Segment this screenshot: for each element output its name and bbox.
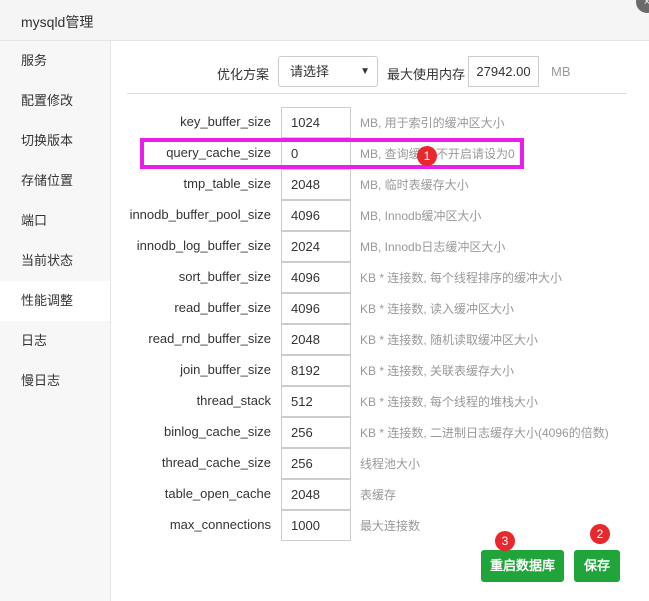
param-label: table_open_cache — [164, 486, 271, 501]
param-input[interactable]: 1000 — [281, 510, 351, 541]
param-label: read_buffer_size — [174, 300, 271, 315]
annotation-badge-3: 3 — [495, 531, 515, 551]
param-label: join_buffer_size — [180, 362, 271, 377]
param-label: read_rnd_buffer_size — [148, 331, 271, 346]
param-row: binlog_cache_size 256 KB * 连接数, 二进制日志缓存大… — [111, 417, 649, 448]
param-desc: KB * 连接数, 二进制日志缓存大小(4096的倍数) — [360, 426, 609, 440]
sidebar-item-config[interactable]: 配置修改 — [0, 81, 110, 121]
param-input[interactable]: 4096 — [281, 200, 351, 231]
param-input[interactable]: 8192 — [281, 355, 351, 386]
param-input[interactable]: 4096 — [281, 262, 351, 293]
param-label: thread_cache_size — [161, 455, 271, 470]
param-label: tmp_table_size — [183, 176, 271, 191]
param-row: key_buffer_size 1024 MB, 用于索引的缓冲区大小 — [111, 107, 649, 138]
param-desc: KB * 连接数, 读入缓冲区大小 — [360, 302, 515, 316]
param-label: key_buffer_size — [180, 114, 271, 129]
param-input[interactable]: 1024 — [281, 107, 351, 138]
max-mem-label: 最大使用内存 — [387, 67, 466, 82]
optimize-select-value: 请选择 — [290, 64, 330, 79]
param-label: binlog_cache_size — [164, 424, 271, 439]
param-desc: KB * 连接数, 关联表缓存大小 — [360, 364, 515, 378]
restart-db-button[interactable]: 重启数据库 — [481, 550, 564, 582]
param-label: innodb_log_buffer_size — [136, 238, 271, 253]
chevron-down-icon: ▼ — [360, 66, 370, 77]
param-input[interactable]: 256 — [281, 448, 351, 479]
optimize-label: 优化方案 — [216, 67, 269, 82]
sidebar: 服务 配置修改 切换版本 存储位置 端口 当前状态 性能调整 日志 慢日志 — [0, 41, 111, 601]
annotation-badge-2: 2 — [590, 524, 610, 544]
param-desc: 线程池大小 — [360, 457, 421, 471]
highlight-box — [140, 138, 524, 169]
param-row: join_buffer_size 8192 KB * 连接数, 关联表缓存大小 — [111, 355, 649, 386]
param-input[interactable]: 2048 — [281, 324, 351, 355]
param-label: sort_buffer_size — [178, 269, 271, 284]
param-row: read_buffer_size 4096 KB * 连接数, 读入缓冲区大小 — [111, 293, 649, 324]
sidebar-item-slow-log[interactable]: 慢日志 — [0, 361, 110, 401]
param-input[interactable]: 2024 — [281, 231, 351, 262]
param-desc: MB, Innodb日志缓冲区大小 — [360, 240, 506, 254]
save-button[interactable]: 保存 — [574, 550, 620, 582]
param-row: tmp_table_size 2048 MB, 临时表缓存大小 — [111, 169, 649, 200]
sidebar-item-port[interactable]: 端口 — [0, 201, 110, 241]
param-row: sort_buffer_size 4096 KB * 连接数, 每个线程排序的缓… — [111, 262, 649, 293]
param-desc: KB * 连接数, 每个线程排序的缓冲大小 — [360, 271, 563, 285]
annotation-badge-1: 1 — [417, 146, 437, 166]
sidebar-item-switch-version[interactable]: 切换版本 — [0, 121, 110, 161]
param-input[interactable]: 512 — [281, 386, 351, 417]
param-row: innodb_log_buffer_size 2024 MB, Innodb日志… — [111, 231, 649, 262]
sidebar-item-performance[interactable]: 性能调整 — [0, 281, 110, 321]
param-desc: KB * 连接数, 每个线程的堆栈大小 — [360, 395, 539, 409]
sidebar-item-log[interactable]: 日志 — [0, 321, 110, 361]
max-mem-field: 27942.00 — [468, 56, 539, 87]
optimize-select[interactable]: 请选择 ▼ — [278, 56, 378, 87]
window-title: mysqld管理 — [21, 14, 94, 30]
sidebar-item-storage[interactable]: 存储位置 — [0, 161, 110, 201]
param-input[interactable]: 2048 — [281, 169, 351, 200]
performance-panel: 优化方案 请选择 ▼ 最大使用内存 27942.00 MB key_buffer… — [111, 41, 649, 601]
divider — [127, 93, 627, 94]
param-row: max_connections 1000 最大连接数 — [111, 510, 649, 541]
param-desc: MB, 临时表缓存大小 — [360, 178, 469, 192]
param-input[interactable]: 4096 — [281, 293, 351, 324]
param-row: table_open_cache 2048 表缓存 — [111, 479, 649, 510]
sidebar-item-status[interactable]: 当前状态 — [0, 241, 110, 281]
param-input[interactable]: 256 — [281, 417, 351, 448]
param-input[interactable]: 2048 — [281, 479, 351, 510]
param-label: max_connections — [169, 517, 271, 532]
param-desc: KB * 连接数, 随机读取缓冲区大小 — [360, 333, 539, 347]
param-label: innodb_buffer_pool_size — [129, 207, 271, 222]
max-mem-unit: MB — [551, 64, 571, 79]
param-desc: MB, 用于索引的缓冲区大小 — [360, 116, 505, 130]
sidebar-item-service[interactable]: 服务 — [0, 41, 110, 81]
param-desc: 表缓存 — [360, 488, 397, 502]
window-titlebar: mysqld管理 — [0, 0, 649, 41]
param-desc: 最大连接数 — [360, 519, 421, 533]
param-label: thread_stack — [196, 393, 271, 408]
param-desc: MB, Innodb缓冲区大小 — [360, 209, 482, 223]
param-row: thread_cache_size 256 线程池大小 — [111, 448, 649, 479]
param-row: read_rnd_buffer_size 2048 KB * 连接数, 随机读取… — [111, 324, 649, 355]
param-row: innodb_buffer_pool_size 4096 MB, Innodb缓… — [111, 200, 649, 231]
param-row: thread_stack 512 KB * 连接数, 每个线程的堆栈大小 — [111, 386, 649, 417]
